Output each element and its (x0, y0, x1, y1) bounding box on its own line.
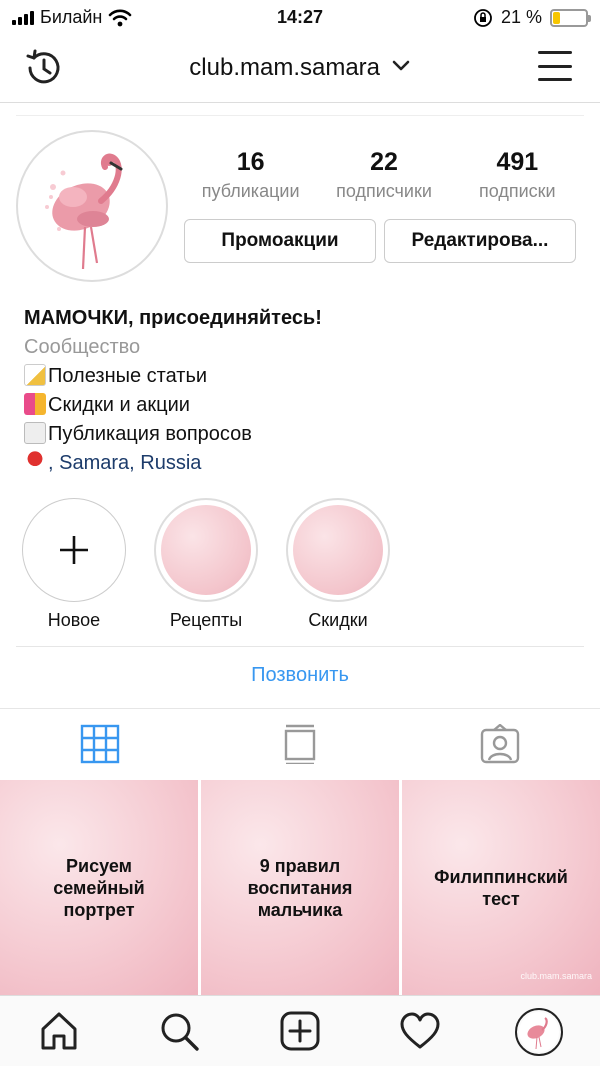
highlight-discounts[interactable]: Скидки (286, 498, 390, 631)
nav-divider (0, 102, 600, 103)
post-caption: Филиппинский тест (434, 866, 568, 909)
home-icon[interactable] (38, 1010, 80, 1052)
plus-icon (22, 498, 126, 602)
promotions-button[interactable]: Промоакции (184, 219, 376, 263)
flamingo-mini-icon (519, 1012, 559, 1052)
post-caption: Рисуем семейный портрет (53, 855, 145, 920)
post-thumbnail[interactable]: Рисуем семейный портрет (0, 780, 198, 995)
post-grid: Рисуем семейный портрет 9 правил воспита… (0, 780, 600, 995)
followers-label: подписчики (336, 181, 432, 201)
menu-icon[interactable] (538, 51, 572, 81)
memo-icon (24, 364, 46, 386)
pushpin-icon (24, 451, 46, 473)
highlight-cover (286, 498, 390, 602)
posts-count: 16 (236, 148, 265, 176)
posts-label: публикации (201, 181, 300, 201)
flamingo-logo (23, 137, 161, 275)
edit-profile-button[interactable]: Редактирова... (384, 219, 576, 263)
profile-avatar[interactable] (16, 130, 168, 282)
profile-tab-avatar[interactable] (515, 1008, 563, 1056)
username-title: club.mam.samara (189, 54, 381, 81)
top-nav: club.mam.samara (0, 36, 600, 102)
rotation-lock-icon (474, 8, 492, 27)
tabs-divider (0, 708, 600, 709)
highlight-cover (154, 498, 258, 602)
profile-name: МАМОЧКИ, присоединяйтесь! (24, 307, 322, 329)
stat-following[interactable]: 491 подписки (451, 148, 584, 202)
battery-icon (550, 8, 591, 27)
profile-tabs (0, 712, 600, 778)
post-thumbnail[interactable]: Филиппинский тест club.mam.samara (402, 780, 600, 995)
new-post-icon[interactable] (279, 1010, 321, 1052)
highlight-label: Скидки (308, 610, 368, 630)
stat-followers[interactable]: 22 подписчики (317, 148, 450, 202)
grid-icon[interactable] (80, 724, 120, 764)
igtv-icon[interactable] (280, 724, 320, 764)
highlight-new[interactable]: Новое (22, 498, 126, 631)
following-label: подписки (479, 181, 556, 201)
bio-location-line[interactable]: , Samara, Russia (24, 449, 584, 478)
bottom-nav (0, 995, 600, 1066)
username-switcher[interactable]: club.mam.samara (0, 54, 600, 82)
search-icon[interactable] (158, 1010, 200, 1052)
followers-count: 22 (370, 148, 398, 176)
highlight-label: Новое (47, 610, 101, 630)
profile-stats: 16 публикации 22 подписчики 491 подписки (184, 148, 584, 202)
bio-line: Полезные статьи (24, 362, 584, 391)
post-caption: 9 правил воспитания мальчика (247, 855, 353, 920)
status-bar: Билайн 14:27 21 % (0, 0, 600, 36)
highlight-label: Рецепты (169, 610, 243, 630)
battery-percent: 21 % (500, 7, 542, 27)
stat-posts[interactable]: 16 публикации (184, 148, 317, 202)
profile-category: Сообщество (24, 336, 141, 358)
battery-level (553, 11, 560, 24)
highlight-recipes[interactable]: Рецепты (154, 498, 258, 631)
bio-line: Скидки и акции (24, 391, 584, 420)
shopping-bags-icon (24, 393, 46, 415)
post-thumbnail[interactable]: 9 правил воспитания мальчика (201, 780, 399, 995)
activity-icon[interactable] (399, 1010, 441, 1052)
bio-line: Публикация вопросов (24, 420, 584, 449)
call-button[interactable]: Позвонить (0, 664, 600, 687)
nav-divider-inner (16, 115, 584, 116)
following-count: 491 (496, 148, 539, 176)
envelope-icon (24, 422, 46, 444)
tagged-icon[interactable] (480, 724, 520, 764)
call-divider (16, 646, 584, 647)
chevron-down-icon (392, 60, 410, 71)
profile-bio: МАМОЧКИ, присоединяйтесь! Сообщество Пол… (24, 304, 584, 478)
location-link[interactable]: , Samara, Russia (48, 452, 201, 474)
status-right: 21 % (473, 7, 591, 28)
post-watermark: club.mam.samara (520, 971, 592, 981)
